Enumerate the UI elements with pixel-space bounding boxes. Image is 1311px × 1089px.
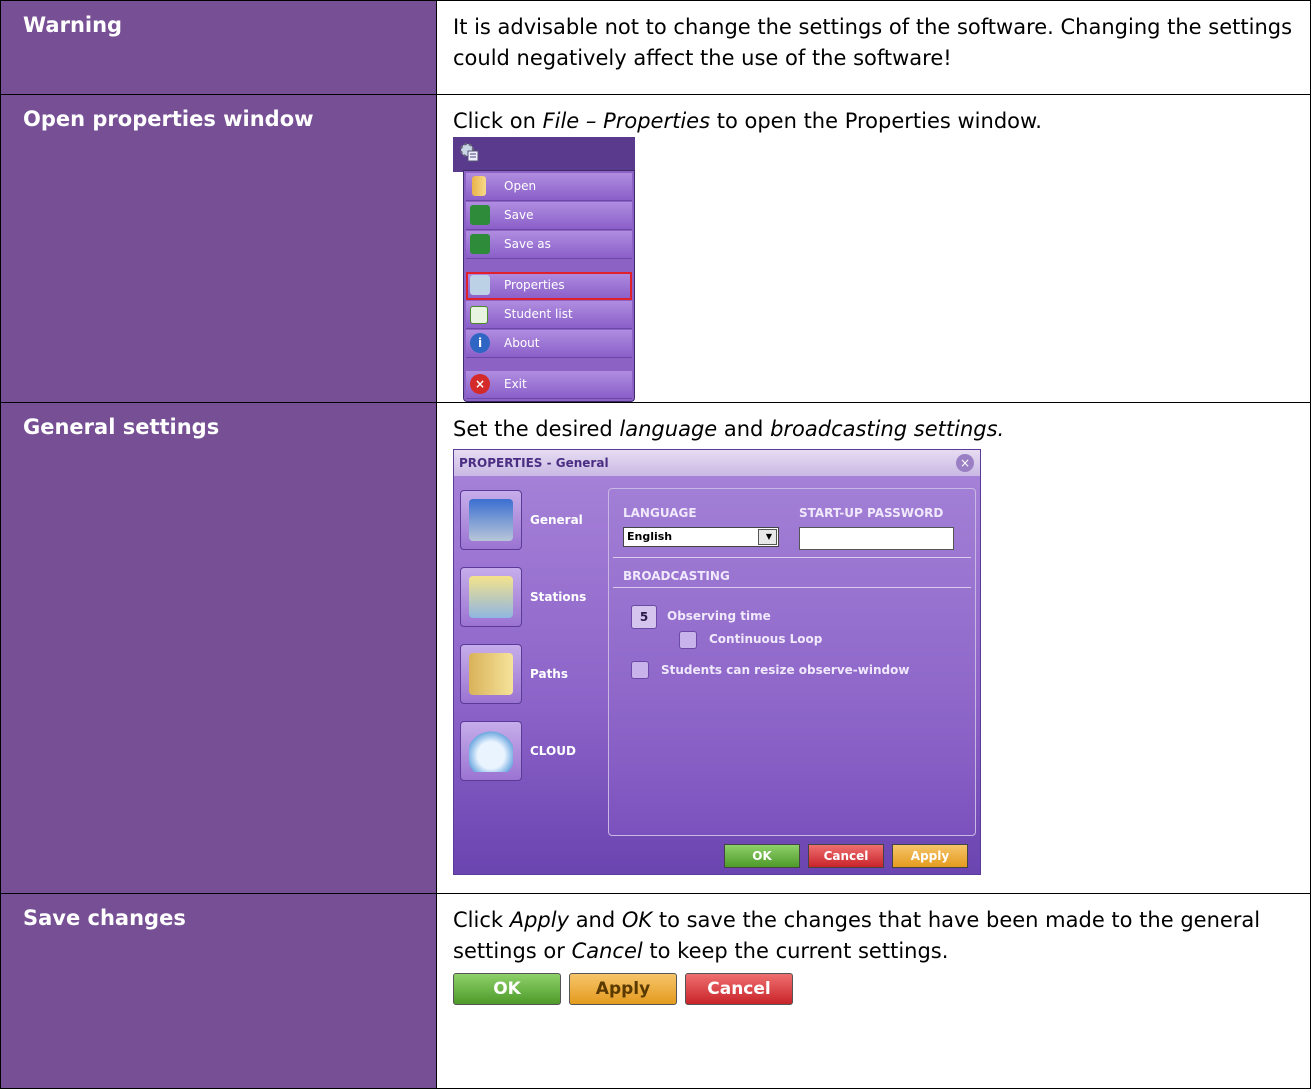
text-part: to keep the current settings. [642,939,949,963]
menu-item-label: Student list [504,307,573,321]
row-body-cell: It is advisable not to change the settin… [436,0,1311,95]
text-part: Click [453,908,510,932]
continuous-loop-checkbox[interactable] [679,631,697,649]
menu-topbar [453,137,635,172]
apply-button[interactable]: Apply [569,973,677,1005]
observing-time-label: Observing time [667,609,771,623]
observing-time-input[interactable]: 5 [631,605,657,629]
menu-item-label: Open [504,179,537,193]
language-select[interactable]: English ▼ [623,527,779,547]
text-emphasis: File – Properties [542,109,711,133]
text-part: Click on [453,109,543,133]
nav-paths-label: Paths [530,667,568,681]
table-row: Open properties window Click on File – P… [0,94,1311,403]
divider [613,587,971,588]
divider [613,557,971,558]
apply-button[interactable]: Apply [892,844,968,868]
file-menu-screenshot: Open Save Save as Properties Student lis… [453,137,635,402]
floppy-icon [470,234,490,254]
save-buttons-row: OK Apply Cancel [453,973,1310,1007]
close-icon: × [470,374,490,394]
resize-label: Students can resize observe-window [661,663,910,677]
menu-item-label: About [504,336,540,350]
row-text: Click on File – Properties to open the P… [437,95,1310,137]
menu-list: Open Save Save as Properties Student lis… [463,170,635,402]
ok-button[interactable]: OK [453,973,561,1005]
text-part: Set the desired [453,417,620,441]
close-icon[interactable]: × [956,454,974,472]
instruction-table: Warning It is advisable not to change th… [0,0,1311,1089]
text-emphasis: language [619,417,718,441]
language-label: LANGUAGE [623,506,697,520]
row-label: General settings [23,415,220,439]
row-label-cell: Warning [0,0,437,95]
folders-icon [469,653,513,695]
password-input[interactable] [799,527,954,550]
info-icon: i [470,333,490,353]
row-label-cell: Open properties window [0,94,437,403]
dialog-titlebar: PROPERTIES - General [454,450,980,476]
cancel-button[interactable]: Cancel [808,844,884,868]
row-label: Warning [23,13,123,37]
resize-checkbox[interactable] [631,661,649,679]
document-page: Warning It is advisable not to change th… [0,0,1311,1089]
nav-stations-button[interactable] [460,567,522,627]
menu-item-save[interactable]: Save [466,202,632,230]
text-emphasis: Apply [509,908,570,932]
gear-icon[interactable] [459,142,479,162]
nav-paths-button[interactable] [460,644,522,704]
properties-dialog: PROPERTIES - General × General Stations … [453,449,981,875]
text-part: to open the Properties window. [710,109,1042,133]
broadcasting-label: BROADCASTING [623,569,730,583]
nav-general-label: General [530,513,583,527]
row-body-cell: Click Apply and OK to save the changes t… [436,893,1311,1089]
row-label-cell: Save changes [0,893,437,1089]
computer-icon [469,499,513,541]
table-row: General settings Set the desired languag… [0,402,1311,894]
menu-item-student-list[interactable]: Student list [466,301,632,329]
text-emphasis: OK [621,908,653,932]
row-body-cell: Click on File – Properties to open the P… [436,94,1311,403]
folder-icon [472,176,486,196]
text-emphasis: Cancel [571,939,643,963]
nav-cloud-button[interactable] [460,721,522,781]
menu-item-label: Save [504,208,534,222]
cloud-icon [469,730,513,772]
continuous-loop-label: Continuous Loop [709,632,823,646]
text-emphasis: broadcasting settings. [770,417,1005,441]
table-row: Warning It is advisable not to change th… [0,0,1311,95]
cancel-button[interactable]: Cancel [685,973,793,1005]
menu-item-label: Save as [504,237,551,251]
nav-cloud-label: CLOUD [530,744,576,758]
table-row: Save changes Click Apply and OK to save … [0,893,1311,1089]
chevron-down-icon[interactable]: ▼ [758,529,777,545]
general-panel: LANGUAGE START-UP PASSWORD English ▼ BROA… [608,488,976,836]
row-body-cell: Set the desired language and broadcastin… [436,402,1311,894]
menu-item-properties[interactable]: Properties [466,272,632,300]
menu-item-save-as[interactable]: Save as [466,231,632,259]
row-text: Click Apply and OK to save the changes t… [437,894,1310,967]
text-part: and [717,417,771,441]
dialog-title: PROPERTIES - General [459,456,609,470]
text-part: and [569,908,622,932]
row-text: Set the desired language and broadcastin… [437,403,1310,445]
menu-item-exit[interactable]: × Exit [466,371,632,399]
row-label: Open properties window [23,107,314,131]
language-value: English [627,530,673,543]
menu-item-label: Properties [504,278,565,292]
row-label-cell: General settings [0,402,437,894]
row-text: It is advisable not to change the settin… [453,15,1293,70]
stations-icon [469,576,513,618]
nav-stations-label: Stations [530,590,587,604]
ok-button[interactable]: OK [724,844,800,868]
settings-list-icon [470,275,490,295]
menu-item-about[interactable]: i About [466,330,632,358]
nav-general-button[interactable] [460,490,522,550]
floppy-icon [470,205,490,225]
row-label: Save changes [23,906,186,930]
menu-item-label: Exit [504,377,527,391]
list-icon [470,306,488,324]
password-label: START-UP PASSWORD [799,506,944,520]
menu-item-open[interactable]: Open [466,173,632,201]
